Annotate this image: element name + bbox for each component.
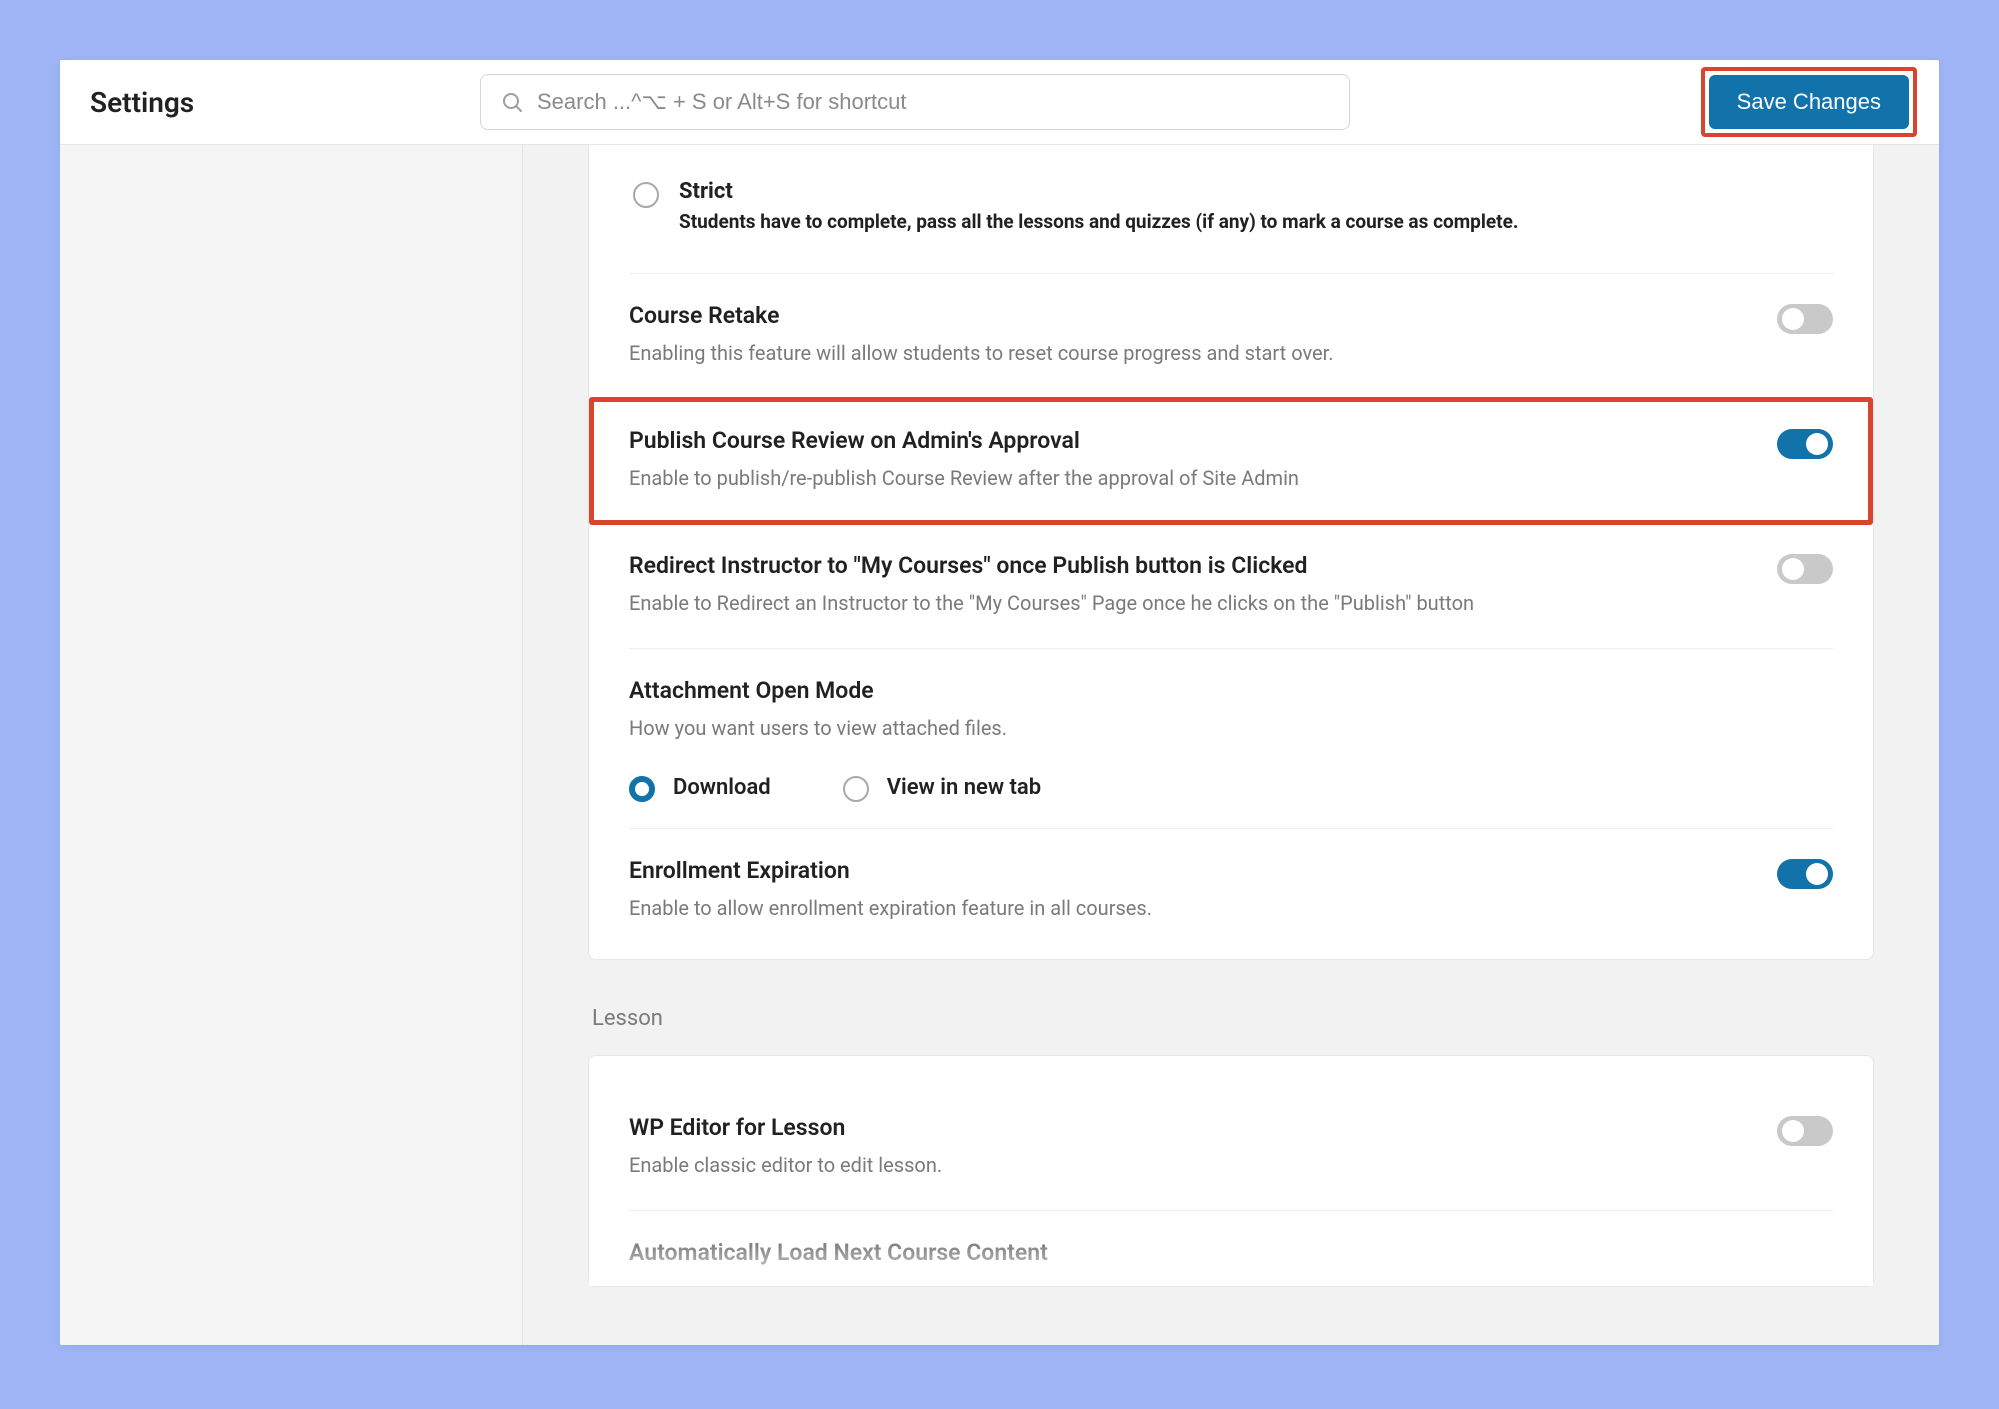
strict-mode-option[interactable]: Strict Students have to complete, pass a…	[629, 175, 1833, 274]
redirect-instructor-toggle[interactable]	[1777, 554, 1833, 584]
course-retake-row: Course Retake Enabling this feature will…	[629, 274, 1833, 399]
wp-editor-desc: Enable classic editor to edit lesson.	[629, 1151, 1753, 1180]
publish-course-review-row: Publish Course Review on Admin's Approva…	[629, 399, 1833, 524]
attachment-mode-desc: How you want users to view attached file…	[629, 714, 1833, 743]
lesson-section-heading: Lesson	[588, 960, 1874, 1055]
enrollment-expiration-toggle[interactable]	[1777, 859, 1833, 889]
enrollment-expiration-text: Enrollment Expiration Enable to allow en…	[629, 857, 1753, 923]
page-title: Settings	[90, 86, 460, 119]
attachment-mode-row: Attachment Open Mode How you want users …	[629, 649, 1833, 755]
strict-mode-radio[interactable]	[633, 182, 659, 208]
redirect-instructor-title: Redirect Instructor to "My Courses" once…	[629, 552, 1753, 579]
publish-review-desc: Enable to publish/re-publish Course Revi…	[629, 464, 1753, 493]
wp-editor-toggle[interactable]	[1777, 1116, 1833, 1146]
search-icon	[500, 90, 524, 114]
course-retake-desc: Enabling this feature will allow student…	[629, 339, 1753, 368]
wp-editor-row: WP Editor for Lesson Enable classic edit…	[629, 1086, 1833, 1211]
lesson-settings-card: WP Editor for Lesson Enable classic edit…	[588, 1055, 1874, 1287]
course-settings-card: Strict Students have to complete, pass a…	[588, 145, 1874, 960]
course-retake-toggle[interactable]	[1777, 304, 1833, 334]
enrollment-expiration-row: Enrollment Expiration Enable to allow en…	[629, 829, 1833, 959]
attachment-download-option[interactable]: Download	[629, 773, 771, 802]
strict-mode-label: Strict	[679, 179, 1518, 204]
save-changes-button[interactable]: Save Changes	[1709, 75, 1909, 129]
attachment-download-radio[interactable]	[629, 776, 655, 802]
settings-window: Settings Save Changes Strict Students	[60, 60, 1939, 1345]
enrollment-expiration-title: Enrollment Expiration	[629, 857, 1753, 884]
search-wrap	[480, 74, 1689, 130]
attachment-mode-options: Download View in new tab	[629, 755, 1833, 829]
save-button-wrap: Save Changes	[1709, 75, 1909, 129]
publish-review-title: Publish Course Review on Admin's Approva…	[629, 427, 1753, 454]
strict-mode-desc: Students have to complete, pass all the …	[679, 210, 1518, 233]
auto-load-next-text: Automatically Load Next Course Content	[629, 1239, 1833, 1276]
attachment-newtab-label: View in new tab	[887, 775, 1041, 800]
publish-review-text: Publish Course Review on Admin's Approva…	[629, 427, 1753, 493]
attachment-newtab-radio[interactable]	[843, 776, 869, 802]
attachment-mode-title: Attachment Open Mode	[629, 677, 1833, 704]
auto-load-next-title: Automatically Load Next Course Content	[629, 1239, 1833, 1266]
wp-editor-title: WP Editor for Lesson	[629, 1114, 1753, 1141]
course-retake-text: Course Retake Enabling this feature will…	[629, 302, 1753, 368]
enrollment-expiration-desc: Enable to allow enrollment expiration fe…	[629, 894, 1753, 923]
redirect-instructor-row: Redirect Instructor to "My Courses" once…	[629, 524, 1833, 649]
search-box	[480, 74, 1350, 130]
sidebar	[60, 145, 523, 1345]
search-input[interactable]	[480, 74, 1350, 130]
wp-editor-text: WP Editor for Lesson Enable classic edit…	[629, 1114, 1753, 1180]
attachment-download-label: Download	[673, 775, 771, 800]
strict-mode-text: Strict Students have to complete, pass a…	[679, 179, 1518, 233]
content-column: Strict Students have to complete, pass a…	[523, 145, 1939, 1345]
auto-load-next-row: Automatically Load Next Course Content	[629, 1211, 1833, 1286]
redirect-instructor-desc: Enable to Redirect an Instructor to the …	[629, 589, 1753, 618]
topbar: Settings Save Changes	[60, 60, 1939, 145]
course-retake-title: Course Retake	[629, 302, 1753, 329]
redirect-instructor-text: Redirect Instructor to "My Courses" once…	[629, 552, 1753, 618]
attachment-newtab-option[interactable]: View in new tab	[843, 773, 1041, 802]
attachment-mode-text: Attachment Open Mode How you want users …	[629, 677, 1833, 743]
body-area: Strict Students have to complete, pass a…	[60, 145, 1939, 1345]
publish-review-toggle[interactable]	[1777, 429, 1833, 459]
